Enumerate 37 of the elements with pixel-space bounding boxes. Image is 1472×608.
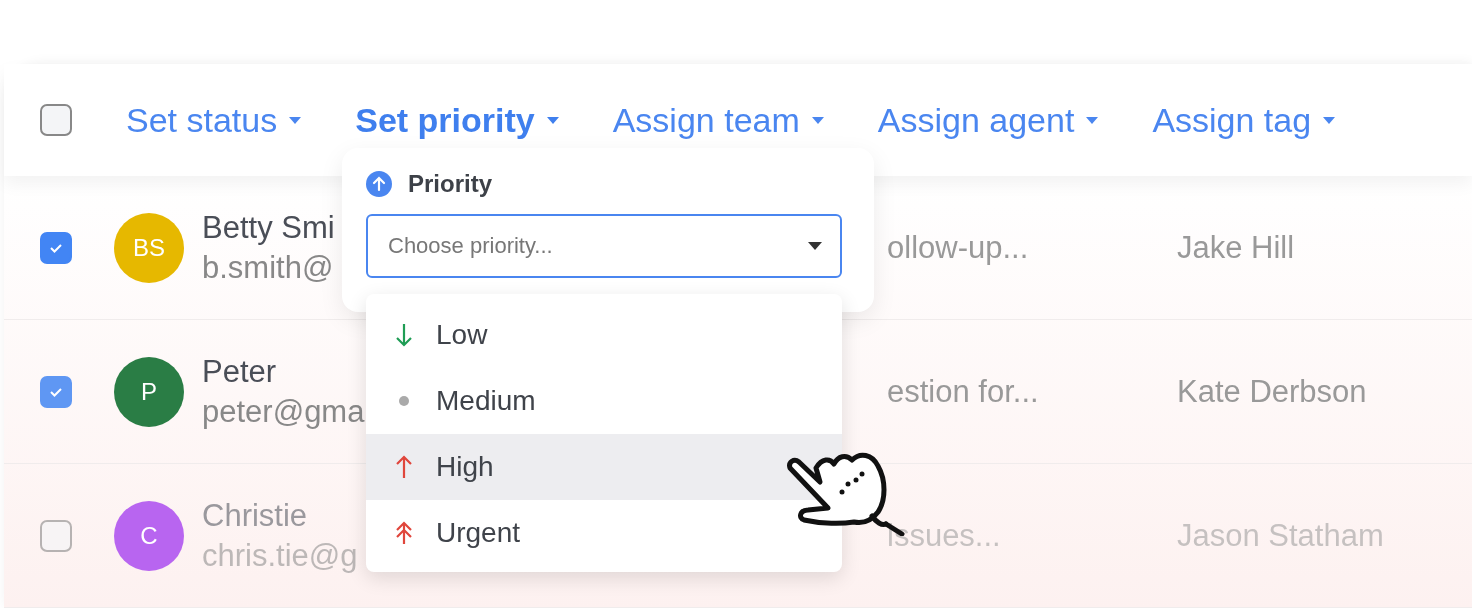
caret-icon	[1086, 116, 1099, 124]
caret-icon	[811, 116, 824, 124]
contact-name: Christie	[202, 497, 308, 534]
caret-icon	[546, 116, 559, 124]
avatar: BS	[114, 212, 184, 283]
caret-icon	[289, 116, 302, 124]
agent-name: Jason Statham	[1177, 517, 1384, 554]
action-dropdown[interactable]: Set priority	[355, 100, 559, 140]
priority-option[interactable]: High	[366, 434, 842, 500]
action-dropdown[interactable]: Assign agent	[877, 100, 1099, 140]
arrow-up-icon	[366, 171, 392, 197]
action-dropdown[interactable]: Set status	[126, 100, 302, 140]
contact-email: b.smith@	[202, 249, 334, 286]
avatar: C	[114, 500, 184, 571]
row-checkbox[interactable]	[40, 375, 72, 408]
action-dropdown[interactable]: Assign team	[612, 100, 824, 140]
subject-text: issues...	[887, 517, 1002, 554]
row-checkbox[interactable]	[40, 519, 72, 552]
priority-option[interactable]: Medium	[366, 368, 842, 434]
priority-select[interactable]: Choose priority...	[366, 214, 842, 278]
subject-text: ollow-up...	[887, 229, 1030, 266]
subject-text: estion for...	[887, 373, 1040, 410]
contact-email: chris.tie@g	[202, 537, 358, 574]
contact-name: Betty Smi	[202, 209, 335, 246]
arrow-down-icon	[394, 322, 414, 348]
caret-icon	[1323, 116, 1336, 124]
caret-icon	[808, 242, 822, 250]
avatar: P	[114, 356, 184, 427]
action-dropdown[interactable]: Assign tag	[1152, 100, 1336, 140]
agent-name: Jake Hill	[1177, 229, 1295, 266]
row-checkbox[interactable]	[40, 231, 72, 264]
agent-name: Kate Derbson	[1177, 373, 1367, 410]
contact-name: Peter	[202, 353, 277, 390]
double-arrow-up-icon	[394, 520, 414, 546]
contact-email: peter@gma	[202, 393, 365, 430]
arrow-up-icon	[394, 454, 414, 480]
select-all-checkbox[interactable]	[40, 104, 72, 136]
